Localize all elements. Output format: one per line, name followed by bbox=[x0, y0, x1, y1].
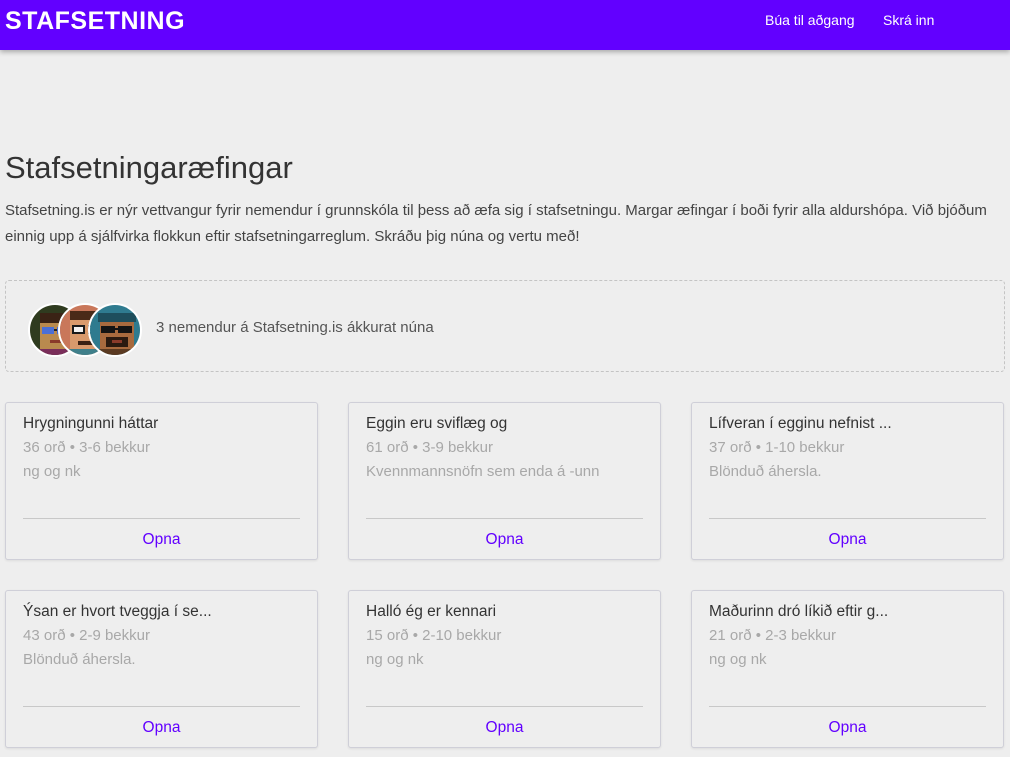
online-users-box: 3 nemendur á Stafsetning.is ákkurat núna bbox=[5, 280, 1005, 372]
exercise-card: Hrygningunni háttar 36 orð • 3-6 bekkur … bbox=[5, 402, 318, 560]
exercise-card: Halló ég er kennari 15 orð • 2-10 bekkur… bbox=[348, 590, 661, 748]
card-divider bbox=[366, 518, 643, 519]
card-divider bbox=[366, 706, 643, 707]
exercise-meta: 61 orð • 3-9 bekkur bbox=[366, 439, 493, 456]
exercise-title: Eggin eru sviflæg og bbox=[366, 415, 508, 432]
open-exercise-button[interactable]: Opna bbox=[6, 719, 317, 737]
exercise-card: Eggin eru sviflæg og 61 orð • 3-9 bekkur… bbox=[348, 402, 661, 560]
pixel-avatar-sunglasses-icon bbox=[90, 305, 140, 355]
exercise-meta: 43 orð • 2-9 bekkur bbox=[23, 627, 150, 644]
exercise-meta: 36 orð • 3-6 bekkur bbox=[23, 439, 150, 456]
top-navbar: STAFSETNING Búa til aðgang Skrá inn bbox=[0, 0, 1010, 50]
open-exercise-button[interactable]: Opna bbox=[692, 531, 1003, 549]
exercise-description: ng og nk bbox=[23, 463, 81, 480]
open-exercise-button[interactable]: Opna bbox=[692, 719, 1003, 737]
exercise-card: Maðurinn dró líkið eftir g... 21 orð • 2… bbox=[691, 590, 1004, 748]
exercise-title: Halló ég er kennari bbox=[366, 603, 497, 620]
exercise-description: ng og nk bbox=[709, 651, 767, 668]
exercise-meta: 37 orð • 1-10 bekkur bbox=[709, 439, 845, 456]
exercise-description: Blönduð áhersla. bbox=[23, 651, 136, 668]
avatar bbox=[88, 303, 142, 357]
exercise-title: Ýsan er hvort tveggja í se... bbox=[23, 603, 212, 620]
open-exercise-button[interactable]: Opna bbox=[6, 531, 317, 549]
intro-text: Stafsetning.is er nýr vettvangur fyrir n… bbox=[5, 202, 987, 245]
exercise-meta: 21 orð • 2-3 bekkur bbox=[709, 627, 836, 644]
exercise-description: ng og nk bbox=[366, 651, 424, 668]
page-title: Stafsetningaræfingar bbox=[5, 150, 293, 185]
online-count-text: 3 nemendur á Stafsetning.is ákkurat núna bbox=[156, 319, 434, 336]
open-exercise-button[interactable]: Opna bbox=[349, 531, 660, 549]
card-divider bbox=[709, 706, 986, 707]
login-link[interactable]: Skrá inn bbox=[883, 12, 934, 28]
card-divider bbox=[23, 518, 300, 519]
exercise-description: Kvennmannsnöfn sem enda á -unn bbox=[366, 463, 600, 480]
exercise-card: Ýsan er hvort tveggja í se... 43 orð • 2… bbox=[5, 590, 318, 748]
exercise-title: Lífveran í egginu nefnist ... bbox=[709, 415, 892, 432]
card-divider bbox=[23, 706, 300, 707]
exercise-title: Hrygningunni háttar bbox=[23, 415, 159, 432]
open-exercise-button[interactable]: Opna bbox=[349, 719, 660, 737]
exercise-card: Lífveran í egginu nefnist ... 37 orð • 1… bbox=[691, 402, 1004, 560]
signup-link[interactable]: Búa til aðgang bbox=[765, 12, 855, 28]
exercise-description: Blönduð áhersla. bbox=[709, 463, 822, 480]
brand-logo-link[interactable]: STAFSETNING bbox=[5, 7, 185, 36]
card-divider bbox=[709, 518, 986, 519]
exercise-title: Maðurinn dró líkið eftir g... bbox=[709, 603, 889, 620]
exercise-meta: 15 orð • 2-10 bekkur bbox=[366, 627, 502, 644]
